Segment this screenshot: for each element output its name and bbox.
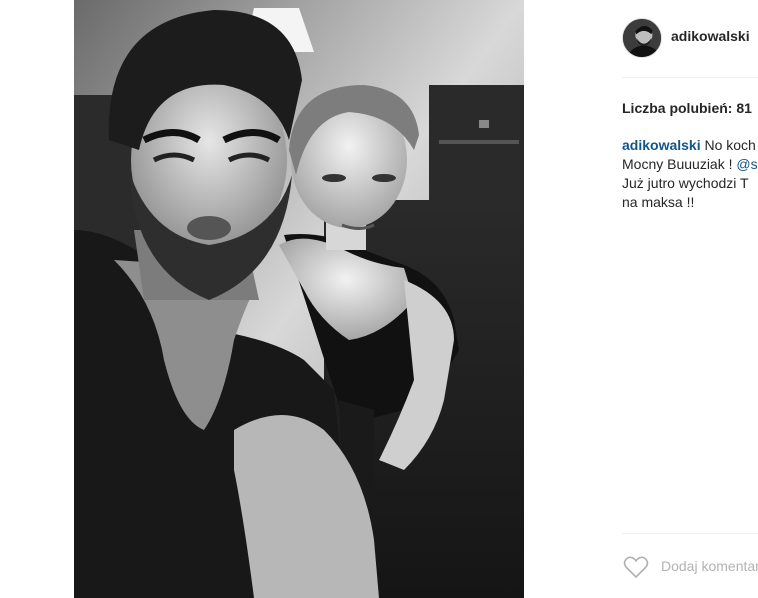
caption-text-1: No koch: [704, 137, 756, 153]
caption-text-2: Mocny Buuuziak !: [622, 156, 737, 172]
post-sidebar: adikowalski Liczba polubień: 81 adikowal…: [524, 0, 758, 598]
post-photo[interactable]: [74, 0, 524, 598]
likes-count[interactable]: Liczba polubień: 81: [622, 100, 752, 116]
caption-mention[interactable]: @s: [736, 156, 757, 172]
add-comment-input[interactable]: Dodaj komentarz: [661, 558, 758, 574]
username-link[interactable]: adikowalski: [671, 28, 750, 44]
caption-username[interactable]: adikowalski: [622, 137, 701, 153]
header-divider: [622, 77, 758, 78]
caption-text-4: na maksa !!: [622, 194, 695, 210]
footer-divider: [622, 533, 758, 534]
caption-text-3: Już jutro wychodzi T: [622, 175, 749, 191]
heart-icon[interactable]: [623, 555, 649, 579]
profile-avatar[interactable]: [622, 18, 662, 58]
post-caption: adikowalski No koch Mocny Buuuziak ! @s …: [622, 136, 758, 212]
